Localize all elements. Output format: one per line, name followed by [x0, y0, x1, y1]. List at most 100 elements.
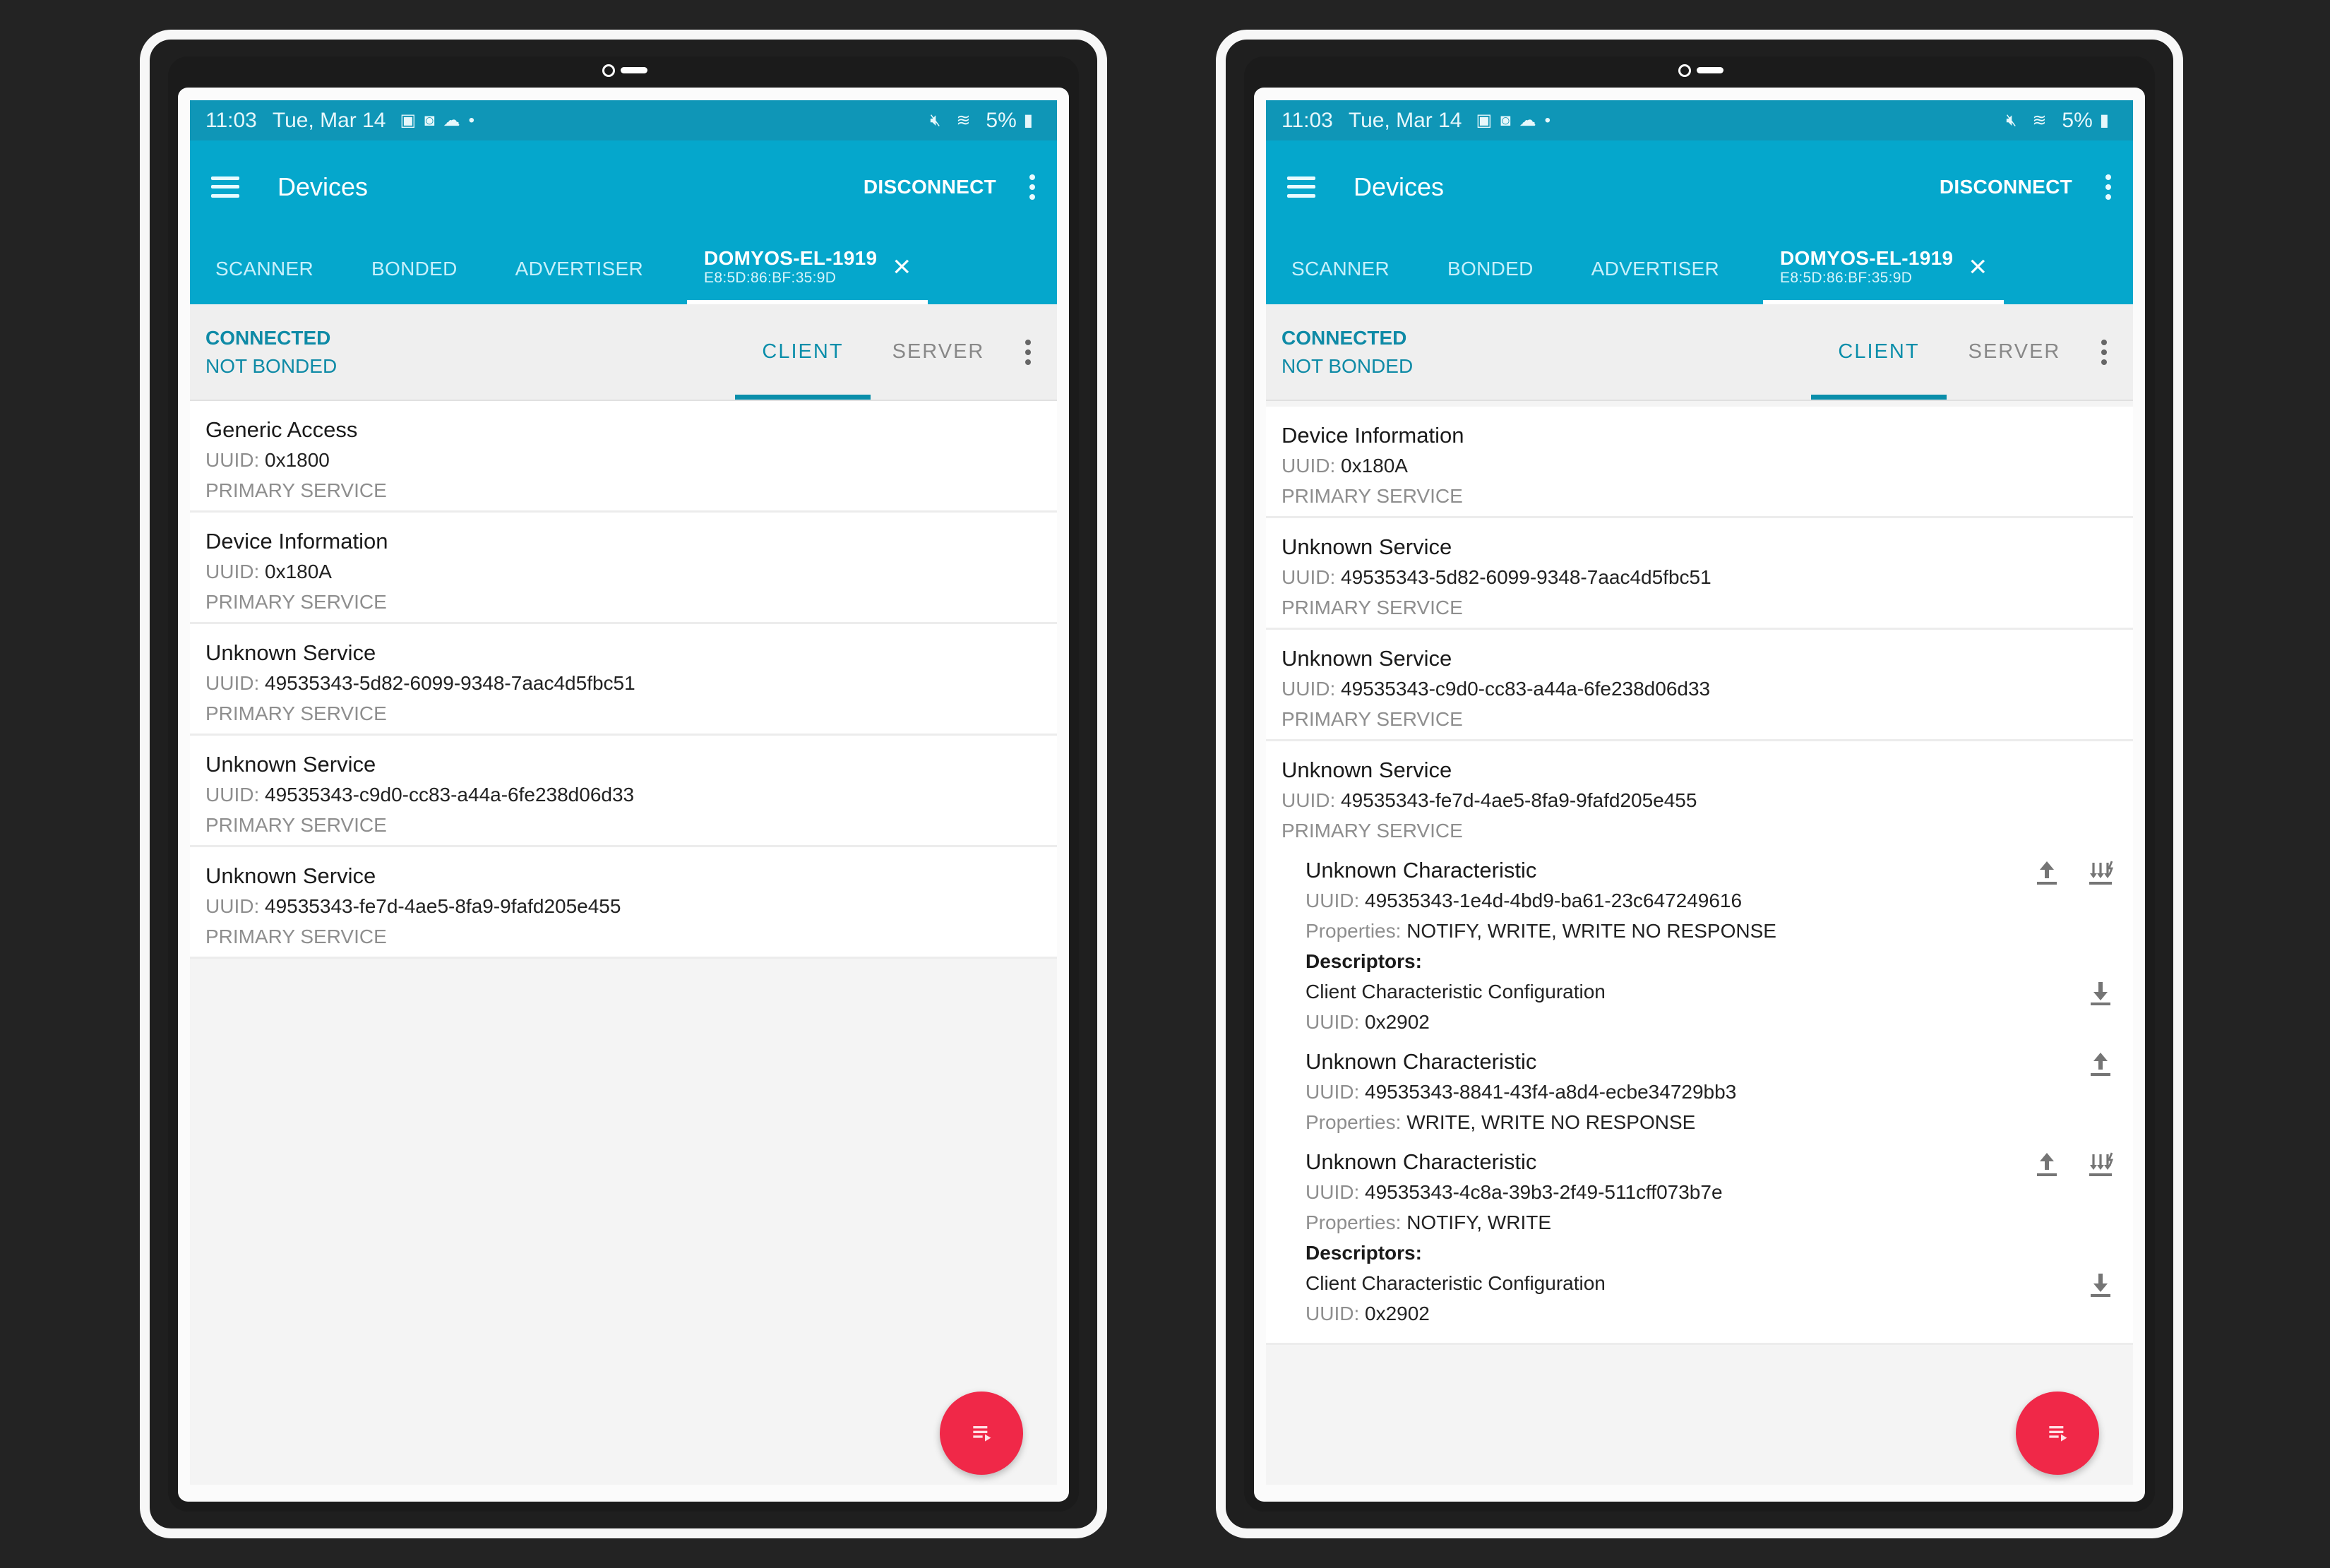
- log-button[interactable]: [2016, 1392, 2099, 1475]
- tab-scanner[interactable]: SCANNER: [1277, 233, 1404, 304]
- service-uuid-value: 49535343-5d82-6099-9348-7aac4d5fbc51: [1341, 566, 1711, 588]
- mute-icon: 🔇︎: [2006, 110, 2017, 130]
- battery-percent: 5%: [2062, 108, 2093, 132]
- service-uuid-value: 49535343-fe7d-4ae5-8fa9-9fafd205e455: [265, 895, 621, 917]
- write-icon[interactable]: [2030, 856, 2064, 890]
- device-name: DOMYOS-EL-1919: [704, 246, 878, 269]
- mute-icon: 🔇︎: [930, 110, 941, 130]
- characteristic-name: Unknown Characteristic: [1306, 1149, 1537, 1174]
- read-icon[interactable]: [2084, 1268, 2117, 1302]
- descriptor-item[interactable]: Client Characteristic Configuration UUID:…: [1306, 976, 2117, 1037]
- tab-advertiser[interactable]: ADVERTISER: [501, 233, 657, 304]
- characteristic-properties-label: Properties:: [1306, 1111, 1402, 1133]
- notify-icon[interactable]: [2084, 1147, 2117, 1181]
- tab-bonded[interactable]: BONDED: [357, 233, 472, 304]
- descriptor-uuid-value: 0x2902: [1365, 1011, 1430, 1033]
- service-item[interactable]: Unknown Service UUID: 49535343-c9d0-cc83-…: [190, 736, 1057, 847]
- characteristic-item[interactable]: Unknown Characteristic UUID: 49535343-1e4…: [1282, 846, 2117, 1037]
- characteristic-uuid: UUID: 49535343-8841-43f4-a8d4-ecbe34729b…: [1306, 1077, 2117, 1107]
- close-icon[interactable]: ×: [1968, 251, 1987, 282]
- descriptor-actions: [2084, 1268, 2117, 1302]
- more-options-icon[interactable]: [2105, 174, 2112, 200]
- menu-icon[interactable]: [1287, 176, 1315, 198]
- service-item[interactable]: Unknown Service UUID: 49535343-5d82-6099-…: [1266, 518, 2133, 630]
- characteristic-uuid-value: 49535343-4c8a-39b3-2f49-511cff073b7e: [1365, 1181, 1723, 1203]
- disconnect-button[interactable]: DISCONNECT: [1940, 176, 2072, 198]
- service-name: Unknown Service: [205, 640, 376, 665]
- characteristic-name: Unknown Characteristic: [1306, 1049, 1537, 1074]
- cloud-icon: ☁: [443, 111, 460, 130]
- tablet-left: 11:03 Tue, Mar 14 ▣ ◙ ☁ • 🔇︎ ≋ 5% ▮ Devi…: [140, 30, 1107, 1538]
- tab-device[interactable]: DOMYOS-EL-1919 E8:5D:86:BF:35:9D ×: [687, 233, 928, 304]
- battery-charging-icon: ▮: [2099, 111, 2109, 130]
- service-uuid-label: UUID:: [1282, 789, 1336, 811]
- notify-icon[interactable]: [2084, 856, 2117, 890]
- tab-scanner[interactable]: SCANNER: [201, 233, 328, 304]
- camera-app-icon: ◙: [1500, 110, 1511, 130]
- service-item[interactable]: Unknown Service UUID: 49535343-5d82-6099-…: [190, 624, 1057, 736]
- descriptor-item[interactable]: Client Characteristic Configuration UUID:…: [1306, 1268, 2117, 1329]
- log-button[interactable]: [940, 1392, 1023, 1475]
- tab-client[interactable]: CLIENT: [735, 304, 871, 400]
- service-type: PRIMARY SERVICE: [205, 591, 387, 613]
- page-title: Devices: [1354, 172, 1445, 201]
- menu-icon[interactable]: [211, 176, 239, 198]
- device-name: DOMYOS-EL-1919: [1780, 246, 1954, 269]
- characteristic-uuid-label: UUID:: [1306, 1181, 1360, 1203]
- close-icon[interactable]: ×: [892, 251, 911, 282]
- characteristic-item[interactable]: Unknown Characteristic UUID: 49535343-884…: [1282, 1037, 2117, 1137]
- service-uuid-label: UUID:: [205, 449, 260, 471]
- tab-server[interactable]: SERVER: [871, 304, 1006, 400]
- descriptor-uuid-label: UUID:: [1306, 1011, 1360, 1033]
- tab-client[interactable]: CLIENT: [1811, 304, 1947, 400]
- service-item[interactable]: Unknown Service UUID: 49535343-c9d0-cc83-…: [1266, 630, 2133, 741]
- characteristic-item[interactable]: Unknown Characteristic UUID: 49535343-4c8…: [1282, 1137, 2117, 1329]
- service-uuid-value: 0x180A: [1341, 455, 1408, 477]
- service-type: PRIMARY SERVICE: [205, 479, 387, 501]
- characteristic-actions: [2030, 856, 2117, 890]
- tab-advertiser[interactable]: ADVERTISER: [1577, 233, 1733, 304]
- descriptor-uuid: UUID: 0x2902: [1306, 1298, 2117, 1329]
- tab-server[interactable]: SERVER: [1947, 304, 2082, 400]
- wifi-icon: ≋: [956, 111, 971, 130]
- service-name: Unknown Service: [1282, 646, 1452, 671]
- device-address: E8:5D:86:BF:35:9D: [704, 269, 837, 286]
- connection-options-icon[interactable]: [1024, 339, 1032, 365]
- service-type: PRIMARY SERVICE: [1282, 597, 1463, 618]
- service-type: PRIMARY SERVICE: [1282, 485, 1463, 507]
- status-bar: 11:03 Tue, Mar 14 ▣ ◙ ☁ • 🔇︎ ≋ 5% ▮: [1266, 100, 2133, 140]
- tablet-right: 11:03 Tue, Mar 14 ▣ ◙ ☁ • 🔇︎ ≋ 5% ▮ Devi…: [1216, 30, 2183, 1538]
- connection-status: CONNECTED: [1282, 326, 1407, 349]
- bond-status: NOT BONDED: [205, 354, 337, 377]
- disconnect-button[interactable]: DISCONNECT: [864, 176, 996, 198]
- status-time: 11:03: [1282, 108, 1333, 132]
- descriptor-actions: [2084, 976, 2117, 1010]
- app-screen: 11:03 Tue, Mar 14 ▣ ◙ ☁ • 🔇︎ ≋ 5% ▮ Devi…: [1266, 100, 2133, 1485]
- characteristic-name: Unknown Characteristic: [1306, 858, 1537, 882]
- write-icon[interactable]: [2084, 1047, 2117, 1081]
- tab-device[interactable]: DOMYOS-EL-1919 E8:5D:86:BF:35:9D ×: [1763, 233, 2005, 304]
- dot-icon: •: [468, 110, 475, 130]
- service-item[interactable]: Unknown Service UUID: 49535343-fe7d-4ae5-…: [190, 847, 1057, 959]
- gallery-icon: ▣: [400, 111, 417, 130]
- write-icon[interactable]: [2030, 1147, 2064, 1181]
- bond-status: NOT BONDED: [1282, 354, 1414, 377]
- service-item[interactable]: Device Information UUID: 0x180A PRIMARY SE…: [1266, 407, 2133, 518]
- more-options-icon[interactable]: [1029, 174, 1036, 200]
- service-uuid: UUID: 49535343-5d82-6099-9348-7aac4d5fbc…: [1282, 562, 2117, 592]
- service-uuid-label: UUID:: [205, 672, 260, 694]
- device-tabs: SCANNER BONDED ADVERTISER DOMYOS-EL-1919…: [1266, 233, 2133, 304]
- service-item[interactable]: Generic Access UUID: 0x1800 PRIMARY SERVIC…: [190, 401, 1057, 513]
- service-item[interactable]: Device Information UUID: 0x180A PRIMARY SE…: [190, 513, 1057, 624]
- read-icon[interactable]: [2084, 976, 2117, 1010]
- service-uuid: UUID: 0x180A: [205, 556, 1041, 587]
- service-type: PRIMARY SERVICE: [205, 702, 387, 724]
- service-uuid: UUID: 49535343-c9d0-cc83-a44a-6fe238d06d…: [1282, 674, 2117, 704]
- characteristic-actions: [2030, 1147, 2117, 1181]
- device-address: E8:5D:86:BF:35:9D: [1780, 269, 1913, 286]
- descriptor-uuid: UUID: 0x2902: [1306, 1007, 2117, 1037]
- tab-bonded[interactable]: BONDED: [1433, 233, 1548, 304]
- connection-status: CONNECTED: [205, 326, 331, 349]
- connection-options-icon[interactable]: [2101, 339, 2108, 365]
- service-item[interactable]: Unknown Service UUID: 49535343-fe7d-4ae5-…: [1266, 741, 2133, 1345]
